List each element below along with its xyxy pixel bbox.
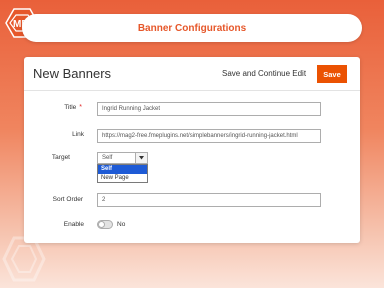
title-input[interactable]: Ingrid Running Jacket — [97, 102, 321, 116]
target-select-value: Self — [102, 155, 113, 161]
enable-toggle[interactable] — [97, 220, 113, 229]
panel-title: New Banners — [33, 66, 112, 81]
target-dropdown-list: Self New Page — [97, 164, 148, 183]
sort-order-input[interactable]: 2 — [97, 193, 321, 207]
target-option-new-page[interactable]: New Page — [98, 174, 147, 183]
target-select[interactable]: Self — [97, 152, 148, 164]
link-input[interactable]: https://mag2-free.fmeplugins.net/simpleb… — [97, 129, 321, 143]
page-title: Banner Configurations — [137, 22, 247, 34]
enable-label: Enable — [63, 221, 84, 228]
panel-header: New Banners Save and Continue Edit Save — [24, 57, 360, 91]
enable-state-label: No — [117, 221, 126, 228]
target-option-self[interactable]: Self — [98, 165, 147, 174]
sort-order-label: Sort Order — [52, 196, 83, 203]
link-label: Link — [72, 131, 84, 138]
header-bar: Banner Configurations — [22, 14, 362, 42]
title-label: Title * — [32, 104, 82, 111]
save-and-continue-button[interactable]: Save and Continue Edit — [222, 69, 306, 78]
banner-form-panel: New Banners Save and Continue Edit Save … — [24, 57, 360, 243]
save-button[interactable]: Save — [317, 65, 347, 83]
toggle-knob — [98, 221, 105, 228]
target-label: Target — [51, 154, 70, 161]
title-label-text: Title — [64, 104, 77, 111]
chevron-down-icon[interactable] — [135, 153, 147, 163]
required-marker: * — [79, 104, 82, 111]
